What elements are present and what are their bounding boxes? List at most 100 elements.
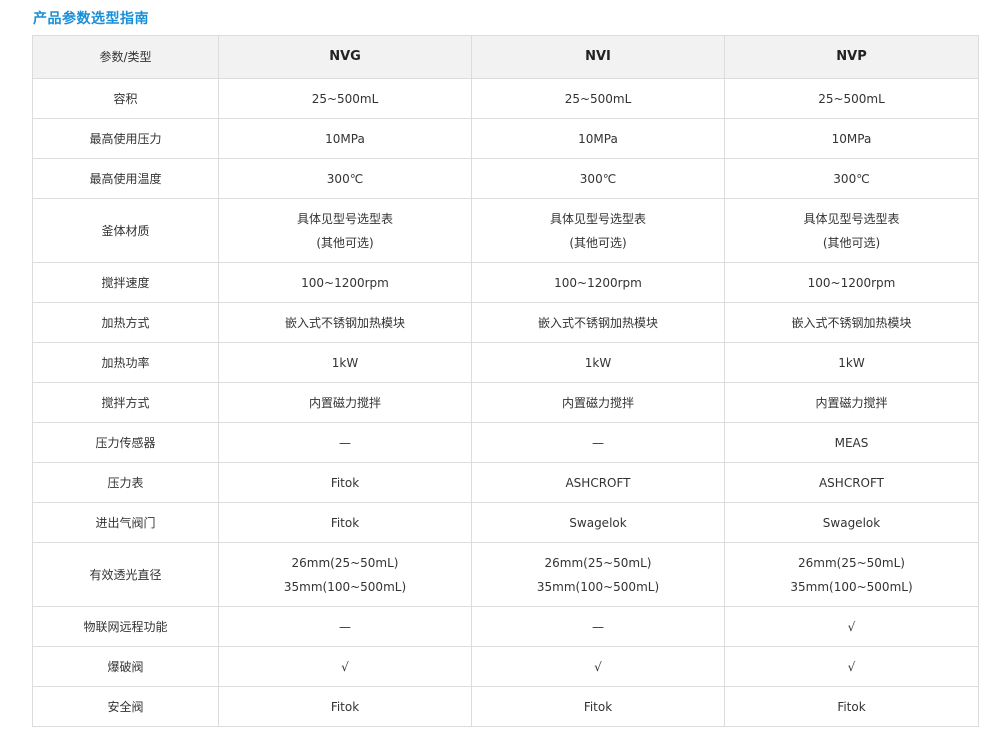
row-label: 最高使用压力 (32, 118, 219, 159)
cell-text: — (339, 619, 351, 634)
cell-text: — (339, 435, 351, 450)
cell-text: √ (847, 619, 856, 634)
cell-nvp: Swagelok (724, 502, 979, 543)
cell-text: Fitok (583, 699, 613, 714)
cell-text: — (592, 619, 604, 634)
cell-nvg: 具体见型号选型表 (其他可选) (218, 198, 472, 263)
cell-text: Swagelok (822, 515, 881, 530)
cell-nvg: √ (218, 646, 472, 687)
table-row: 物联网远程功能 — — √ (32, 606, 979, 647)
table-row: 加热功率 1kW 1kW 1kW (32, 342, 979, 383)
cell-nvp: 10MPa (724, 118, 979, 159)
cell-nvi: 100~1200rpm (471, 262, 725, 303)
cell-text: 内置磁力搅拌 (561, 395, 634, 410)
table-row: 釜体材质 具体见型号选型表 (其他可选) 具体见型号选型表 (其他可选) 具体见型号选型表… (32, 198, 979, 263)
table-row: 压力表 Fitok ASHCROFT ASHCROFT (32, 462, 979, 503)
row-label: 加热方式 (32, 302, 219, 343)
cell-text: 10MPa (325, 131, 365, 146)
cell-text: (其他可选) (569, 235, 627, 250)
cell-nvp: 26mm(25~50mL) 35mm(100~500mL) (724, 542, 979, 607)
cell-text: Fitok (330, 475, 360, 490)
cell-text: 10MPa (578, 131, 618, 146)
table-row: 爆破阀 √ √ √ (32, 646, 979, 687)
cell-nvi: 25~500mL (471, 78, 725, 119)
cell-text: Fitok (330, 699, 360, 714)
cell-text: √ (594, 659, 602, 674)
cell-nvi: — (471, 606, 725, 647)
cell-text: 26mm(25~50mL) (798, 555, 905, 570)
cell-text: 具体见型号选型表 (296, 211, 393, 226)
cell-text: ASHCROFT (565, 475, 631, 490)
cell-text: 1kW (331, 355, 359, 370)
table-row: 安全阀 Fitok Fitok Fitok (32, 686, 979, 727)
cell-nvi: 26mm(25~50mL) 35mm(100~500mL) (471, 542, 725, 607)
cell-nvi: 10MPa (471, 118, 725, 159)
row-label: 搅拌速度 (32, 262, 219, 303)
row-label: 进出气阀门 (32, 502, 219, 543)
cell-nvg: Fitok (218, 686, 472, 727)
cell-nvg: 100~1200rpm (218, 262, 472, 303)
table-row: 容积 25~500mL 25~500mL 25~500mL (32, 78, 979, 119)
table-row: 搅拌方式 内置磁力搅拌 内置磁力搅拌 内置磁力搅拌 (32, 382, 979, 423)
cell-text: 嵌入式不锈钢加热模块 (791, 315, 912, 330)
cell-nvp: 1kW (724, 342, 979, 383)
header-param-type: 参数/类型 (32, 35, 219, 79)
header-model-nvi: NVI (471, 35, 725, 79)
cell-nvg: 26mm(25~50mL) 35mm(100~500mL) (218, 542, 472, 607)
cell-text: 35mm(100~500mL) (790, 579, 913, 594)
cell-nvi: Swagelok (471, 502, 725, 543)
row-label: 压力传感器 (32, 422, 219, 463)
cell-text: 100~1200rpm (301, 275, 389, 290)
cell-text: 35mm(100~500mL) (536, 579, 660, 594)
row-label: 爆破阀 (32, 646, 219, 687)
table-row: 进出气阀门 Fitok Swagelok Swagelok (32, 502, 979, 543)
cell-text: 嵌入式不锈钢加热模块 (537, 315, 658, 330)
cell-nvi: 具体见型号选型表 (其他可选) (471, 198, 725, 263)
cell-text: (其他可选) (822, 235, 881, 250)
table-body: 容积 25~500mL 25~500mL 25~500mL 最高使用压力 10MPa 10M… (32, 78, 979, 727)
cell-nvp: MEAS (724, 422, 979, 463)
cell-nvg: 内置磁力搅拌 (218, 382, 472, 423)
cell-nvp: √ (724, 606, 979, 647)
row-label: 最高使用温度 (32, 158, 219, 199)
table-row: 有效透光直径 26mm(25~50mL) 35mm(100~500mL) 26mm(2… (32, 542, 979, 607)
table-row: 最高使用温度 300℃ 300℃ 300℃ (32, 158, 979, 199)
cell-nvi: 嵌入式不锈钢加热模块 (471, 302, 725, 343)
spec-table: 参数/类型 NVG NVI NVP 容积 25~500mL 25~500mL 25~5… (32, 35, 979, 727)
row-label: 压力表 (32, 462, 219, 503)
table-row: 压力传感器 — — MEAS (32, 422, 979, 463)
cell-text: 26mm(25~50mL) (291, 555, 399, 570)
cell-text: (其他可选) (316, 235, 374, 250)
row-label: 加热功率 (32, 342, 219, 383)
cell-nvi: ASHCROFT (471, 462, 725, 503)
header-model-nvg: NVG (218, 35, 472, 79)
cell-text: 100~1200rpm (554, 275, 642, 290)
cell-text: ASHCROFT (818, 475, 885, 490)
row-label: 有效透光直径 (32, 542, 219, 607)
row-label: 安全阀 (32, 686, 219, 727)
cell-nvg: 嵌入式不锈钢加热模块 (218, 302, 472, 343)
cell-nvi: √ (471, 646, 725, 687)
section-title: 产品参数选型指南 (33, 11, 149, 27)
row-label: 物联网远程功能 (32, 606, 219, 647)
cell-nvp: Fitok (724, 686, 979, 727)
cell-nvg: 10MPa (218, 118, 472, 159)
cell-text: 26mm(25~50mL) (544, 555, 652, 570)
cell-nvg: 1kW (218, 342, 472, 383)
cell-text: 具体见型号选型表 (803, 211, 900, 226)
cell-nvp: ASHCROFT (724, 462, 979, 503)
cell-nvg: — (218, 606, 472, 647)
cell-text: 35mm(100~500mL) (283, 579, 407, 594)
table-row: 最高使用压力 10MPa 10MPa 10MPa (32, 118, 979, 159)
cell-text: 1kW (584, 355, 612, 370)
cell-text: Swagelok (569, 515, 627, 530)
header-row: 参数/类型 NVG NVI NVP (32, 35, 979, 79)
cell-text: 1kW (838, 355, 865, 370)
cell-nvg: Fitok (218, 462, 472, 503)
cell-text: √ (341, 659, 349, 674)
cell-text: 300℃ (579, 171, 617, 186)
cell-text: 具体见型号选型表 (549, 211, 646, 226)
cell-nvp: 300℃ (724, 158, 979, 199)
cell-nvi: — (471, 422, 725, 463)
cell-nvp: 100~1200rpm (724, 262, 979, 303)
